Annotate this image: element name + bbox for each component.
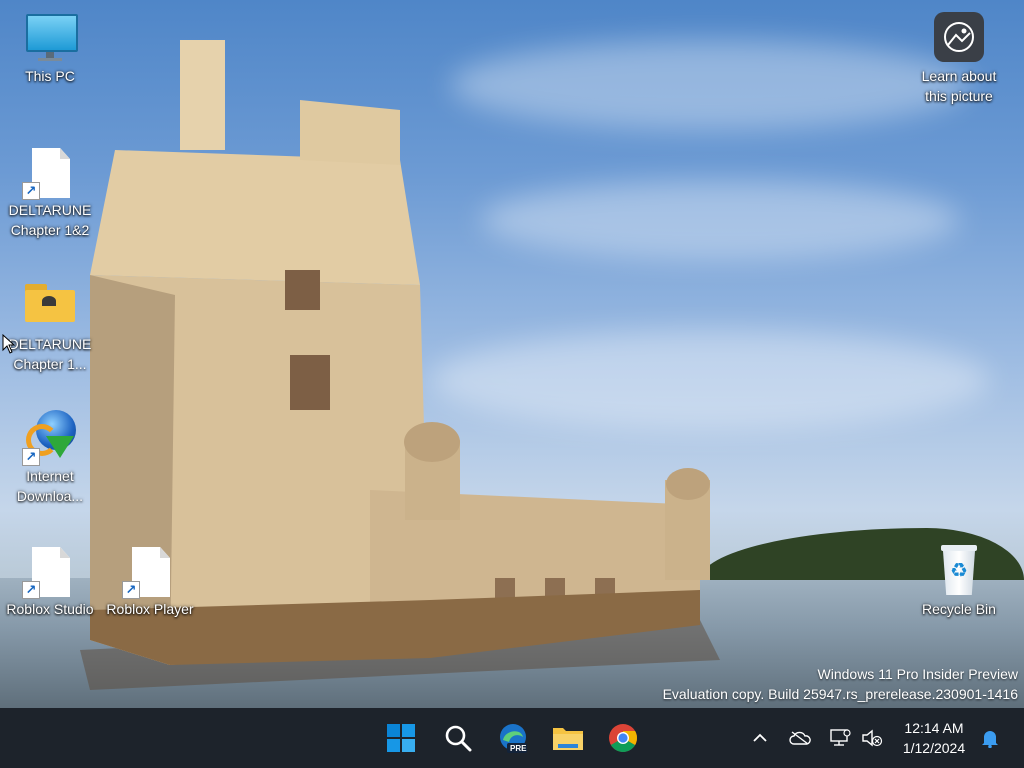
taskbar-clock[interactable]: 12:14 AM 1/12/2024 <box>896 718 972 758</box>
watermark-build: Evaluation copy. Build 25947.rs_prerelea… <box>662 686 1018 702</box>
desktop-icon-internet-download-manager[interactable]: ↗ Internet Downloa... <box>0 410 100 506</box>
file-shortcut-icon: ↗ <box>122 543 178 599</box>
watermark-edition: Windows 11 Pro Insider Preview <box>817 666 1018 682</box>
mouse-cursor-icon <box>2 334 16 354</box>
network-icon <box>830 729 851 746</box>
shortcut-arrow-icon: ↗ <box>22 448 40 466</box>
search-button[interactable] <box>440 720 476 756</box>
notification-center-button[interactable] <box>975 708 1005 768</box>
network-button[interactable] <box>825 708 855 768</box>
volume-button[interactable] <box>857 708 887 768</box>
show-hidden-icons-button[interactable] <box>745 708 775 768</box>
edge-preview-button[interactable]: PRE <box>495 720 531 756</box>
camera-icon <box>931 10 987 66</box>
shortcut-arrow-icon: ↗ <box>122 581 140 599</box>
desktop-icon-roblox-player[interactable]: ↗ Roblox Player <box>100 543 200 619</box>
folder-icon <box>553 728 583 750</box>
recycle-bin-icon: ♻ <box>931 543 987 599</box>
windows-evaluation-watermark: Windows 11 Pro Insider Preview Evaluatio… <box>663 664 1018 704</box>
edge-preview-badge: PRE <box>510 744 527 753</box>
windows-start-icon <box>387 724 415 752</box>
chevron-up-icon <box>753 733 767 742</box>
shortcut-arrow-icon: ↗ <box>22 182 40 200</box>
file-shortcut-icon: ↗ <box>22 543 78 599</box>
monitor-icon <box>22 10 78 66</box>
desktop-icon-label: Learn about this picture <box>921 68 997 104</box>
folder-icon <box>22 278 78 334</box>
chrome-button[interactable] <box>605 720 641 756</box>
desktop-wallpaper[interactable]: This PC ↗ DELTARUNE Chapter 1&2 DELTARUN… <box>0 0 1024 708</box>
shortcut-arrow-icon: ↗ <box>22 581 40 599</box>
onedrive-button[interactable] <box>785 708 815 768</box>
bell-icon <box>982 731 998 748</box>
desktop-icon-deltarune-chapter-1-folder[interactable]: DELTARUNE Chapter 1... <box>0 278 100 374</box>
file-shortcut-icon: ↗ <box>22 144 78 200</box>
desktop-icon-deltarune-chapter-1-2[interactable]: ↗ DELTARUNE Chapter 1&2 <box>0 144 100 240</box>
desktop-icon-recycle-bin[interactable]: ♻ Recycle Bin <box>909 543 1009 619</box>
desktop-icon-this-pc[interactable]: This PC <box>0 10 100 86</box>
clock-time: 12:14 AM <box>904 720 964 736</box>
chrome-icon <box>609 724 637 752</box>
desktop-icon-label: Internet Downloa... <box>16 468 84 504</box>
desktop-icon-label: DELTARUNE Chapter 1&2 <box>8 202 92 238</box>
desktop-icon-label: Roblox Studio <box>6 601 94 617</box>
desktop-icon-learn-about-this-picture[interactable]: Learn about this picture <box>909 10 1009 106</box>
taskbar: PRE 12:14 AM 1/12/2024 <box>0 708 1024 768</box>
onedrive-icon <box>789 731 811 745</box>
volume-muted-icon <box>862 729 883 747</box>
desktop-icon-label: Recycle Bin <box>922 601 996 617</box>
internet-download-manager-icon: ↗ <box>22 410 78 466</box>
search-icon <box>445 725 472 752</box>
start-button[interactable] <box>383 720 419 756</box>
desktop-icon-label: This PC <box>25 68 75 84</box>
file-explorer-button[interactable] <box>550 720 586 756</box>
desktop-icon-roblox-studio[interactable]: ↗ Roblox Studio <box>0 543 100 619</box>
clock-date: 1/12/2024 <box>902 740 966 756</box>
desktop-icon-label: Roblox Player <box>106 601 194 617</box>
